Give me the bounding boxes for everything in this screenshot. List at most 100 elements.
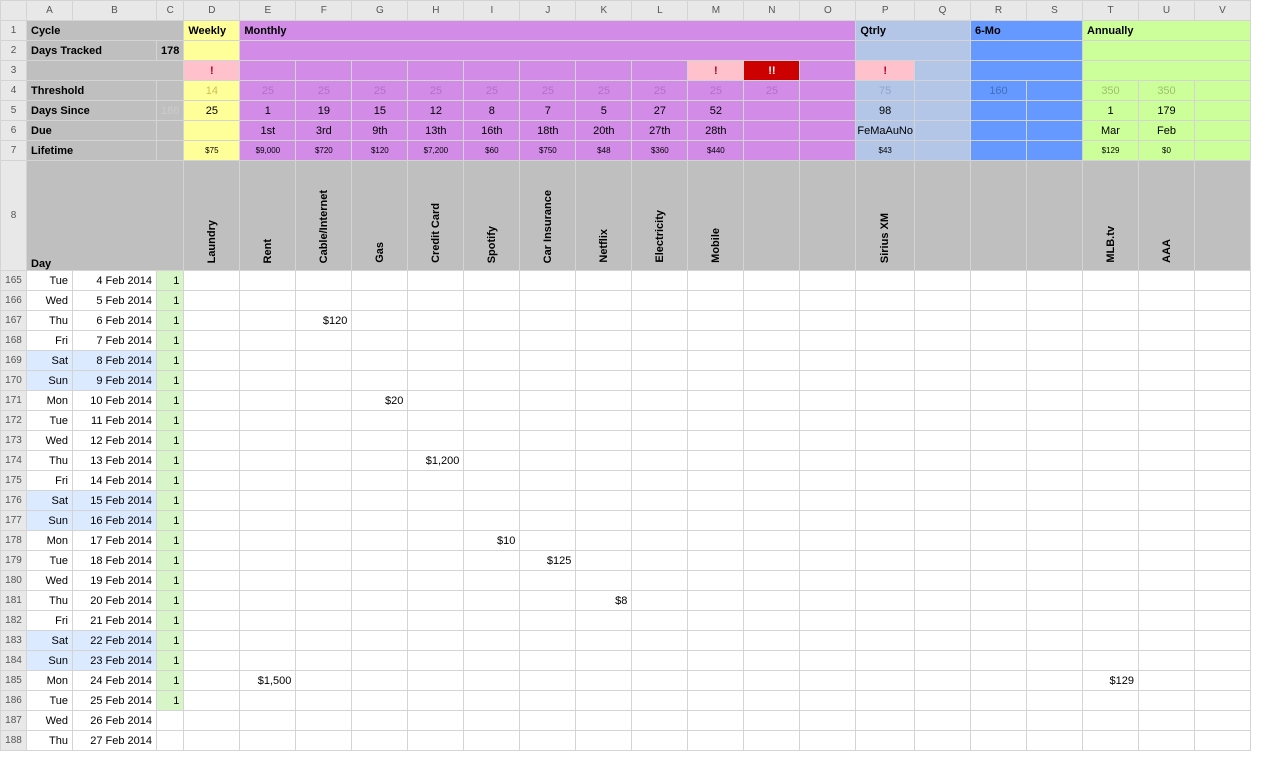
col-header[interactable]: H [408, 1, 464, 21]
cell-c[interactable]: 1 [157, 411, 184, 431]
cell[interactable] [240, 651, 296, 671]
cell[interactable] [800, 531, 856, 551]
cell[interactable] [915, 571, 971, 591]
cell[interactable] [296, 531, 352, 551]
row-header[interactable]: 6 [1, 121, 27, 141]
cell[interactable] [464, 431, 520, 451]
category-header[interactable] [1027, 161, 1083, 271]
col-header[interactable]: D [184, 1, 240, 21]
cell[interactable]: 186 [157, 101, 184, 121]
cell[interactable] [800, 431, 856, 451]
cell-dow[interactable]: Wed [27, 291, 73, 311]
cell[interactable] [184, 41, 240, 61]
cell-dow[interactable]: Sat [27, 491, 73, 511]
cell[interactable] [800, 631, 856, 651]
cell[interactable] [184, 571, 240, 591]
cell-date[interactable]: 17 Feb 2014 [73, 531, 157, 551]
cell[interactable] [744, 511, 800, 531]
cell[interactable]: 75 [856, 81, 915, 101]
cell[interactable] [464, 551, 520, 571]
row-header[interactable]: 3 [1, 61, 27, 81]
cell[interactable] [971, 101, 1027, 121]
row-header[interactable]: 174 [1, 451, 27, 471]
row-header[interactable]: 188 [1, 731, 27, 751]
cell[interactable] [520, 691, 576, 711]
cell[interactable] [856, 591, 915, 611]
cell[interactable] [240, 711, 296, 731]
label-daystracked[interactable]: Days Tracked [27, 41, 157, 61]
cell[interactable] [1195, 511, 1251, 531]
cell[interactable] [856, 611, 915, 631]
cell-dow[interactable]: Fri [27, 471, 73, 491]
cell[interactable] [240, 591, 296, 611]
cell[interactable] [632, 531, 688, 551]
cell[interactable] [352, 711, 408, 731]
cell[interactable] [240, 531, 296, 551]
cell[interactable] [157, 81, 184, 101]
cell-date[interactable]: 16 Feb 2014 [73, 511, 157, 531]
cell[interactable] [1139, 571, 1195, 591]
cell-date[interactable]: 12 Feb 2014 [73, 431, 157, 451]
cell[interactable] [915, 101, 971, 121]
category-header[interactable]: AAA [1139, 161, 1195, 271]
cell[interactable] [1083, 691, 1139, 711]
cell[interactable] [915, 81, 971, 101]
cell[interactable] [184, 331, 240, 351]
cell[interactable] [800, 101, 856, 121]
cell[interactable] [1195, 451, 1251, 471]
cell[interactable] [1027, 81, 1083, 101]
label-day[interactable]: Day [27, 161, 184, 271]
cell[interactable]: $720 [296, 141, 352, 161]
cell[interactable] [1195, 331, 1251, 351]
cell[interactable] [464, 291, 520, 311]
category-header[interactable]: MLB.tv [1083, 161, 1139, 271]
cell[interactable] [240, 411, 296, 431]
cell[interactable] [744, 611, 800, 631]
cell-dow[interactable]: Tue [27, 411, 73, 431]
cell[interactable]: 52 [688, 101, 744, 121]
cell[interactable] [915, 691, 971, 711]
cell[interactable] [296, 631, 352, 651]
cell[interactable] [576, 271, 632, 291]
cell[interactable] [520, 451, 576, 471]
cell[interactable] [1195, 571, 1251, 591]
label-dayssince[interactable]: Days Since [27, 101, 157, 121]
cell[interactable] [744, 591, 800, 611]
cell[interactable] [1195, 121, 1251, 141]
cell[interactable] [464, 711, 520, 731]
cell[interactable]: $440 [688, 141, 744, 161]
cell[interactable] [971, 571, 1027, 591]
cell[interactable] [240, 351, 296, 371]
cell[interactable] [744, 551, 800, 571]
cell[interactable] [157, 141, 184, 161]
cell[interactable] [296, 551, 352, 571]
cell[interactable]: 25 [744, 81, 800, 101]
cell[interactable] [1139, 671, 1195, 691]
cell[interactable] [1027, 471, 1083, 491]
cell[interactable] [971, 731, 1027, 751]
cell[interactable] [1027, 371, 1083, 391]
category-header[interactable] [744, 161, 800, 271]
cell-dow[interactable]: Fri [27, 611, 73, 631]
cell[interactable]: $8 [576, 591, 632, 611]
cell[interactable] [632, 671, 688, 691]
cell[interactable] [1083, 311, 1139, 331]
cell[interactable] [1083, 631, 1139, 651]
cell[interactable] [520, 471, 576, 491]
cell[interactable]: 25 [296, 81, 352, 101]
category-header[interactable]: Mobile [688, 161, 744, 271]
category-header[interactable]: Cable/Internet [296, 161, 352, 271]
cell[interactable] [520, 291, 576, 311]
row-header[interactable]: 173 [1, 431, 27, 451]
cell[interactable] [408, 291, 464, 311]
cell[interactable] [520, 411, 576, 431]
cell[interactable] [352, 591, 408, 611]
cell[interactable] [27, 61, 184, 81]
cell[interactable] [1083, 491, 1139, 511]
cell-date[interactable]: 8 Feb 2014 [73, 351, 157, 371]
cell[interactable]: 28th [688, 121, 744, 141]
cell[interactable] [915, 671, 971, 691]
cell-date[interactable]: 26 Feb 2014 [73, 711, 157, 731]
category-header[interactable]: Electricity [632, 161, 688, 271]
cell[interactable] [464, 511, 520, 531]
